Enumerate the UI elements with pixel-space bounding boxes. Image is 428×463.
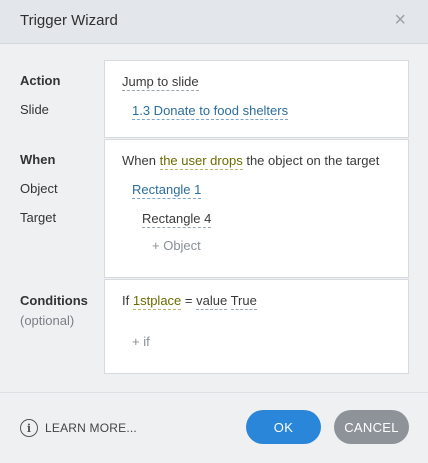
target-label: Target — [20, 210, 57, 225]
object-dropdown[interactable]: Rectangle 1 — [132, 182, 202, 199]
add-if-button[interactable]: + if — [132, 334, 150, 349]
event-dropdown[interactable]: the user drops — [159, 153, 243, 170]
footer-divider — [0, 392, 428, 393]
target-value[interactable]: Rectangle 4 — [142, 211, 212, 228]
when-label: When — [20, 152, 56, 167]
operator-dropdown[interactable]: = — [185, 293, 193, 308]
title-bar: Trigger Wizard × — [0, 0, 428, 44]
when-sentence: When the user drops the object on the ta… — [122, 153, 380, 170]
slide-dropdown[interactable]: 1.3 Donate to food shelters — [132, 103, 289, 120]
when-suffix: the object on the target — [246, 153, 380, 168]
slide-label: Slide — [20, 102, 49, 117]
object-label: Object — [20, 181, 58, 196]
learn-more-link[interactable]: i LEARN MORE... — [20, 417, 137, 439]
when-prefix: When — [122, 153, 156, 168]
value-type-dropdown[interactable]: value — [196, 293, 228, 310]
value-dropdown[interactable]: True — [230, 293, 257, 310]
object-value[interactable]: Rectangle 1 — [132, 182, 202, 199]
close-icon[interactable]: × — [394, 10, 406, 30]
ok-button[interactable]: OK — [246, 410, 321, 444]
optional-label: (optional) — [20, 313, 75, 328]
slide-value[interactable]: 1.3 Donate to food shelters — [132, 103, 289, 120]
cancel-button[interactable]: CANCEL — [334, 410, 409, 444]
learn-more-label: LEARN MORE... — [45, 421, 137, 435]
when-panel: When the user drops the object on the ta… — [104, 139, 409, 278]
action-value[interactable]: Jump to slide — [122, 74, 199, 91]
window-title: Trigger Wizard — [20, 12, 118, 29]
action-dropdown[interactable]: Jump to slide — [122, 74, 199, 91]
target-dropdown[interactable]: Rectangle 4 — [142, 211, 212, 228]
if-keyword: If — [122, 293, 130, 308]
info-icon: i — [20, 419, 38, 437]
conditions-panel: If 1stplace = value True + if — [104, 279, 409, 374]
variable-dropdown[interactable]: 1stplace — [132, 293, 182, 310]
condition-row: If 1stplace = value True — [122, 293, 257, 310]
action-panel: Jump to slide 1.3 Donate to food shelter… — [104, 60, 409, 138]
add-object-button[interactable]: + Object — [152, 238, 201, 253]
conditions-label: Conditions — [20, 293, 88, 308]
action-label: Action — [20, 73, 61, 88]
